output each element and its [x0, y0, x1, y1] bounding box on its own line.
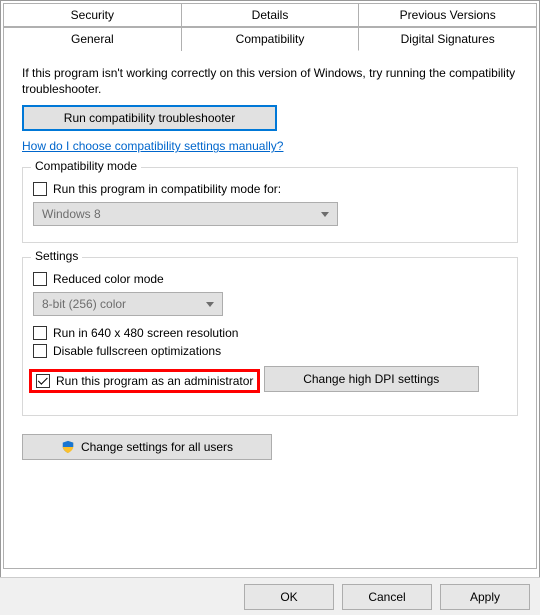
color-depth-selected: 8-bit (256) color — [42, 297, 126, 311]
reduced-color-checkbox[interactable]: Reduced color mode — [33, 272, 507, 286]
tab-security[interactable]: Security — [3, 3, 182, 27]
run-as-admin-checkbox[interactable]: Run this program as an administrator — [36, 374, 253, 388]
compat-os-selected: Windows 8 — [42, 207, 101, 221]
run-640-checkbox[interactable]: Run in 640 x 480 screen resolution — [33, 326, 507, 340]
highlight-box: Run this program as an administrator — [29, 369, 260, 393]
run-as-admin-label: Run this program as an administrator — [56, 374, 253, 388]
tab-previous-versions[interactable]: Previous Versions — [359, 3, 537, 27]
compat-os-dropdown[interactable]: Windows 8 — [33, 202, 338, 226]
compat-mode-label: Run this program in compatibility mode f… — [53, 182, 281, 196]
uac-shield-icon — [61, 440, 75, 454]
compatibility-panel: If this program isn't working correctly … — [3, 51, 537, 569]
apply-button[interactable]: Apply — [440, 584, 530, 610]
checkbox-checked-icon — [36, 374, 50, 388]
dialog-footer: OK Cancel Apply — [0, 577, 540, 615]
change-dpi-button[interactable]: Change high DPI settings — [264, 366, 479, 392]
tab-strip: Security Details Previous Versions Gener… — [3, 3, 537, 51]
checkbox-icon — [33, 182, 47, 196]
compat-group-title: Compatibility mode — [31, 159, 141, 173]
ok-button[interactable]: OK — [244, 584, 334, 610]
disable-fullscreen-label: Disable fullscreen optimizations — [53, 344, 221, 358]
tab-details[interactable]: Details — [182, 3, 360, 27]
run-troubleshooter-button[interactable]: Run compatibility troubleshooter — [22, 105, 277, 131]
change-all-users-button[interactable]: Change settings for all users — [22, 434, 272, 460]
reduced-color-label: Reduced color mode — [53, 272, 164, 286]
checkbox-icon — [33, 272, 47, 286]
checkbox-icon — [33, 326, 47, 340]
color-depth-dropdown[interactable]: 8-bit (256) color — [33, 292, 223, 316]
tab-compatibility[interactable]: Compatibility — [182, 27, 360, 51]
checkbox-icon — [33, 344, 47, 358]
tab-general[interactable]: General — [3, 27, 182, 51]
chevron-down-icon — [206, 302, 214, 307]
cancel-button[interactable]: Cancel — [342, 584, 432, 610]
chevron-down-icon — [321, 212, 329, 217]
tab-digital-signatures[interactable]: Digital Signatures — [359, 27, 537, 51]
compat-mode-checkbox[interactable]: Run this program in compatibility mode f… — [33, 182, 507, 196]
compatibility-mode-group: Compatibility mode Run this program in c… — [22, 167, 518, 243]
intro-text: If this program isn't working correctly … — [22, 65, 518, 97]
settings-group-title: Settings — [31, 249, 82, 263]
run-640-label: Run in 640 x 480 screen resolution — [53, 326, 238, 340]
help-link[interactable]: How do I choose compatibility settings m… — [22, 139, 283, 153]
disable-fullscreen-checkbox[interactable]: Disable fullscreen optimizations — [33, 344, 507, 358]
properties-window: Security Details Previous Versions Gener… — [0, 0, 540, 615]
change-all-users-label: Change settings for all users — [81, 440, 233, 454]
settings-group: Settings Reduced color mode 8-bit (256) … — [22, 257, 518, 416]
